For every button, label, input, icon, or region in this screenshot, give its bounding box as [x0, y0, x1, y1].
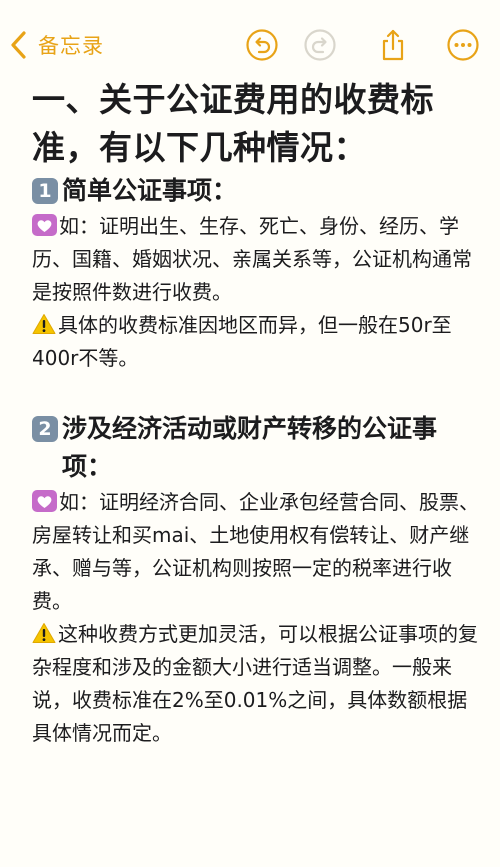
note-paragraph: 具体的收费标准因地区而异，但一般在50r至400r不等。 [32, 309, 482, 375]
heart-icon [32, 214, 57, 236]
more-icon[interactable] [446, 28, 480, 62]
back-label: 备忘录 [38, 34, 104, 58]
keycap-number-icon: 2 [32, 416, 58, 442]
note-paragraph: 这种收费方式更加灵活，可以根据公证事项的复杂程度和涉及的金额大小进行适当调整。一… [32, 618, 482, 750]
share-icon[interactable] [376, 28, 410, 62]
example-text: 如：证明出生、生存、死亡、身份、经历、学历、国籍、婚姻状况、亲属关系等，公证机构… [32, 214, 472, 304]
section-heading-text: 涉及经济活动或财产转移的公证事项： [62, 414, 438, 481]
note-title: 一、关于公证费用的收费标准，有以下几种情况： [32, 80, 434, 167]
note-text: 这种收费方式更加灵活，可以根据公证事项的复杂程度和涉及的金额大小进行适当调整。一… [32, 622, 478, 745]
example-text: 如：证明经济合同、企业承包经营合同、股票、房屋转让和买mai、土地使用权有偿转让… [32, 490, 479, 613]
warning-icon [32, 623, 56, 643]
heart-icon [32, 490, 57, 512]
chevron-left-icon [11, 31, 26, 59]
back-button[interactable]: 备忘录 [8, 28, 104, 62]
undo-icon[interactable] [245, 28, 279, 62]
example-paragraph: 如：证明经济合同、企业承包经营合同、股票、房屋转让和买mai、土地使用权有偿转让… [32, 486, 482, 618]
keycap-number-icon: 1 [32, 178, 58, 204]
example-paragraph: 如：证明出生、生存、死亡、身份、经历、学历、国籍、婚姻状况、亲属关系等，公证机构… [32, 210, 482, 309]
navigation-bar: 备忘录 [0, 0, 500, 80]
redo-icon[interactable] [303, 28, 337, 62]
note-body[interactable]: 一、关于公证费用的收费标准，有以下几种情况： 1 简单公证事项： 如：证明出生、… [32, 76, 482, 750]
section-heading-text: 简单公证事项： [62, 176, 238, 205]
section-heading: 1 简单公证事项： [32, 172, 482, 210]
section-heading: 2 涉及经济活动或财产转移的公证事项： [32, 410, 482, 486]
warning-icon [32, 314, 56, 334]
note-text: 具体的收费标准因地区而异，但一般在50r至400r不等。 [32, 313, 452, 370]
